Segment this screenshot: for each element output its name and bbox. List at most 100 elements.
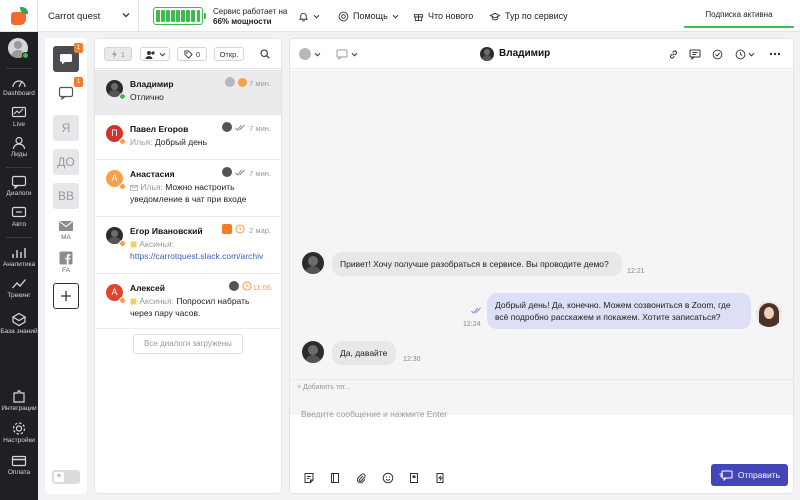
- nav-analytics[interactable]: Аналитика: [0, 246, 38, 268]
- nav-settings[interactable]: Настройки: [0, 421, 38, 444]
- notifications-button[interactable]: [298, 0, 320, 32]
- message-link[interactable]: https://carrotquest.slack.com/archiv: [130, 251, 263, 261]
- conversation-item[interactable]: Егор Ивановский 2 мар. Аксинья: https://c…: [95, 217, 281, 274]
- agent-avatar: [756, 301, 782, 327]
- lightning-icon: [111, 50, 117, 58]
- status-filter[interactable]: Откр.: [214, 47, 244, 61]
- add-channel-button[interactable]: [53, 283, 79, 309]
- message-thread: Привет! Хочу получше разобраться в серви…: [290, 70, 793, 415]
- book-icon: [331, 473, 339, 483]
- send-chat-icon: [719, 470, 733, 481]
- check-circle-icon: [712, 49, 722, 59]
- knowledge-base-icon: [11, 312, 27, 327]
- smile-icon: [382, 472, 394, 484]
- chat-outline-icon: [58, 86, 74, 100]
- notes-button[interactable]: [300, 469, 318, 487]
- message-input[interactable]: Введите сообщение и нажмите Enter: [301, 409, 447, 419]
- chat-user-name[interactable]: Владимир: [499, 48, 550, 59]
- conversation-item[interactable]: А Анастасия 7 мин. Илья: Можно настроить…: [95, 160, 281, 217]
- left-navigation: Dashboard Live Лиды Диалоги Авто Аналити…: [0, 32, 38, 500]
- users-icon: [145, 50, 155, 59]
- search-icon[interactable]: [260, 49, 270, 59]
- channel-vv[interactable]: ВВ: [53, 183, 79, 209]
- channel-selector[interactable]: [334, 47, 360, 61]
- theme-toggle[interactable]: ☀: [52, 470, 80, 484]
- whats-new-link[interactable]: Что нового: [413, 0, 473, 32]
- chevron-down-icon: [122, 13, 130, 18]
- online-status-dot: [22, 52, 29, 59]
- close-dialog-button[interactable]: [710, 47, 724, 61]
- auto-icon: [11, 206, 27, 218]
- subscription-status[interactable]: Подписка активна: [684, 7, 794, 28]
- conversation-item[interactable]: П Павел Егоров 7 мин. Илья: Добрый день: [95, 115, 281, 160]
- emoji-button[interactable]: [379, 469, 397, 487]
- facebook-icon: [59, 251, 73, 265]
- postpone-button[interactable]: [734, 47, 756, 61]
- battery-cell: [181, 10, 185, 22]
- away-status-dot: [119, 297, 126, 304]
- lightning-filter[interactable]: 1: [104, 47, 132, 61]
- knowledge-base-button[interactable]: [326, 469, 344, 487]
- assignee-selector[interactable]: [297, 47, 323, 61]
- templates-button[interactable]: [688, 47, 702, 61]
- battery-cell: [171, 10, 175, 22]
- nav-auto[interactable]: Авто: [0, 206, 38, 228]
- nav-payment[interactable]: Оплата: [0, 454, 38, 476]
- assignee-avatar: [229, 281, 239, 291]
- subscription-indicator: [684, 26, 794, 28]
- nav-dashboard[interactable]: Dashboard: [0, 75, 38, 97]
- away-status-dot: [119, 240, 126, 247]
- assignee-avatar: [299, 48, 311, 60]
- channel-do[interactable]: ДО: [53, 149, 79, 175]
- contact-name: Егор Ивановский: [130, 226, 203, 236]
- attach-button[interactable]: [352, 469, 370, 487]
- message-preview: Илья: Добрый день: [130, 137, 208, 147]
- nav-dialogs[interactable]: Диалоги: [0, 175, 38, 197]
- conversation-item[interactable]: Владимир 7 мин. Отлично: [95, 70, 281, 115]
- conversation-meta: [222, 122, 246, 132]
- assignee-filter[interactable]: [140, 47, 170, 61]
- tag-filter[interactable]: 0: [177, 47, 207, 61]
- channel-all-dialogs[interactable]: 1: [53, 43, 83, 72]
- more-options-button[interactable]: [768, 47, 782, 61]
- channel-facebook[interactable]: [53, 249, 79, 267]
- nav-leads[interactable]: Лиды: [0, 136, 38, 158]
- channel-unassigned[interactable]: 1: [53, 77, 83, 106]
- divider: [6, 68, 32, 69]
- more-horizontal-icon: [769, 52, 781, 56]
- user-avatar[interactable]: [480, 47, 494, 61]
- carrot-logo-icon[interactable]: [9, 7, 29, 25]
- email-icon: [130, 184, 138, 191]
- workspace-selector[interactable]: Carrot quest: [37, 0, 139, 32]
- channel-ya[interactable]: Я: [53, 115, 79, 141]
- battery-cell: [176, 10, 180, 22]
- channel-mail[interactable]: [53, 217, 79, 235]
- help-menu[interactable]: Помощь: [338, 0, 399, 32]
- tracking-icon: [12, 279, 26, 289]
- nav-knowledge-base[interactable]: База знаний: [0, 312, 38, 335]
- message-preview: Отлично: [130, 92, 164, 102]
- link-button[interactable]: [666, 47, 680, 61]
- nav-live[interactable]: Live: [0, 106, 38, 128]
- leads-icon: [12, 136, 26, 150]
- sun-icon: ☀: [54, 472, 64, 482]
- article-button[interactable]: [405, 469, 423, 487]
- conversation-meta: [222, 224, 245, 234]
- workspace-name: Carrot quest: [48, 10, 101, 22]
- nav-tracking[interactable]: Трекинг: [0, 277, 38, 299]
- service-tour-link[interactable]: Тур по сервису: [489, 0, 568, 32]
- add-tag-button[interactable]: + Добавить тег...: [290, 379, 793, 395]
- gift-icon: [413, 13, 424, 21]
- link-icon: [669, 50, 677, 58]
- channel-facebook-label: FA: [62, 267, 70, 274]
- unread-badge: 1: [74, 77, 83, 87]
- lead-card-icon: [222, 224, 232, 234]
- payment-icon: [11, 455, 27, 467]
- quick-reply-button[interactable]: [431, 469, 449, 487]
- bell-icon: [298, 12, 309, 22]
- nav-integrations[interactable]: Интеграции: [0, 389, 38, 412]
- send-button[interactable]: Отправить: [711, 464, 788, 486]
- conversation-time: 7 мин.: [249, 79, 271, 88]
- conversation-item[interactable]: А Алексей 11:06 Аксинья: Попросил набрат…: [95, 274, 281, 329]
- double-check-icon: [235, 169, 245, 176]
